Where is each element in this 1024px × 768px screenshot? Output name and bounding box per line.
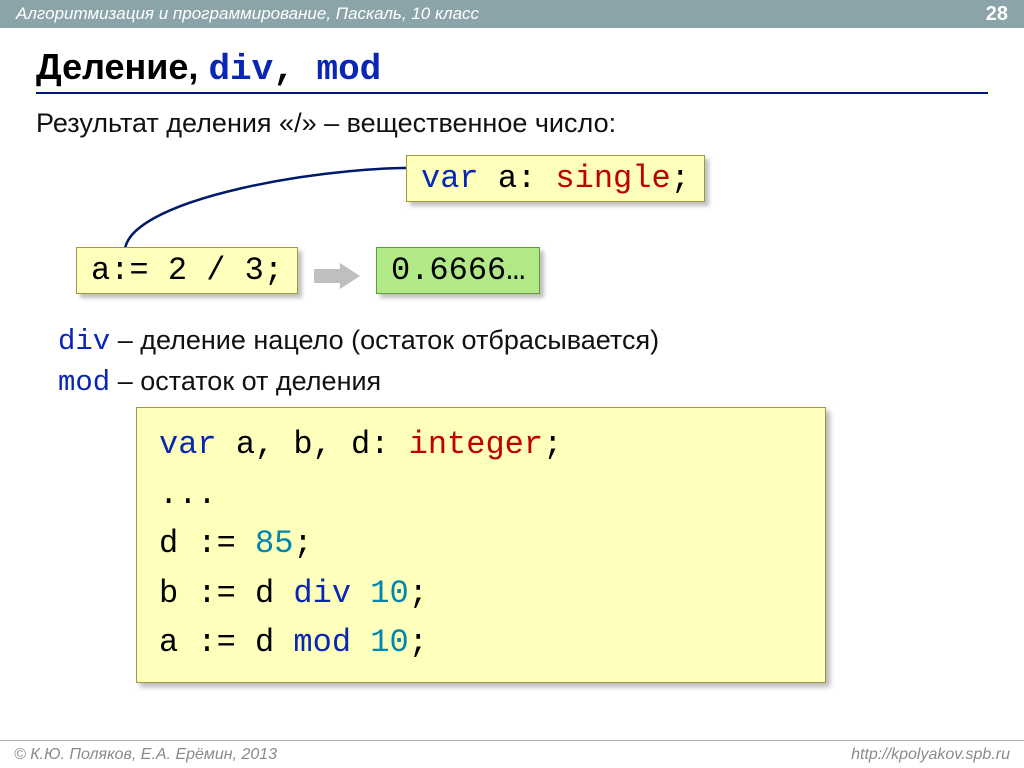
title-word-1: Деление xyxy=(36,46,188,87)
l4b xyxy=(351,575,370,612)
kw-var: var xyxy=(421,160,479,197)
def-mod: mod – остаток от деления xyxy=(58,366,988,399)
l4-num: 10 xyxy=(370,575,408,612)
example-stage: var a: single; a:= 2 / 3; 0.6666… xyxy=(36,149,988,319)
header-bar: Алгоритмизация и программирование, Паска… xyxy=(0,0,1024,28)
footer-authors: © К.Ю. Поляков, Е.А. Ерёмин, 2013 xyxy=(14,746,277,764)
arrow-icon xyxy=(314,263,364,289)
code-box-assign: a:= 2 / 3; xyxy=(76,247,298,294)
kw-div: div xyxy=(58,325,110,358)
page-number: 28 xyxy=(986,3,1008,26)
slide-title: Деление, div, mod xyxy=(36,46,988,94)
l3a: d := xyxy=(159,525,255,562)
lead-text: Результат деления «/» – вещественное чис… xyxy=(36,108,988,139)
slide-content: Деление, div, mod Результат деления «/» … xyxy=(0,28,1024,683)
l4c: ; xyxy=(409,575,428,612)
code-box-var-decl: var a: single; xyxy=(406,155,705,202)
l4-div: div xyxy=(293,575,351,612)
semi: ; xyxy=(671,160,690,197)
l3b: ; xyxy=(293,525,312,562)
footer-url: http://kpolyakov.spb.ru xyxy=(851,746,1010,764)
l2-dots: ... xyxy=(159,476,217,513)
result-box: 0.6666… xyxy=(376,247,540,294)
kw-var2: var xyxy=(159,426,217,463)
var-id: a: xyxy=(479,160,556,197)
result-text: 0.6666… xyxy=(391,252,525,289)
code-block-main: var a, b, d: integer; ... d := 85; b := … xyxy=(136,407,826,683)
l1-semi: ; xyxy=(543,426,562,463)
kw-mod: mod xyxy=(58,366,110,399)
l5-mod: mod xyxy=(293,624,351,661)
l5c: ; xyxy=(409,624,428,661)
l4a: b := d xyxy=(159,575,293,612)
def-div-text: – деление нацело (остаток отбрасывается) xyxy=(110,325,659,355)
assign-text: a:= 2 / 3; xyxy=(91,252,283,289)
l5a: a := d xyxy=(159,624,293,661)
l3-num: 85 xyxy=(255,525,293,562)
type-single: single xyxy=(555,160,670,197)
def-mod-text: – остаток от деления xyxy=(110,366,381,396)
definitions: div – деление нацело (остаток отбрасывае… xyxy=(36,325,988,399)
l5b xyxy=(351,624,370,661)
title-kw-mod: mod xyxy=(316,49,381,90)
def-div: div – деление нацело (остаток отбрасывае… xyxy=(58,325,988,358)
footer-bar: © К.Ю. Поляков, Е.А. Ерёмин, 2013 http:/… xyxy=(0,740,1024,768)
title-kw-div: div xyxy=(208,49,273,90)
l5-num: 10 xyxy=(370,624,408,661)
type-integer: integer xyxy=(409,426,543,463)
breadcrumb: Алгоритмизация и программирование, Паска… xyxy=(16,4,479,24)
l1-rest: a, b, d: xyxy=(217,426,409,463)
